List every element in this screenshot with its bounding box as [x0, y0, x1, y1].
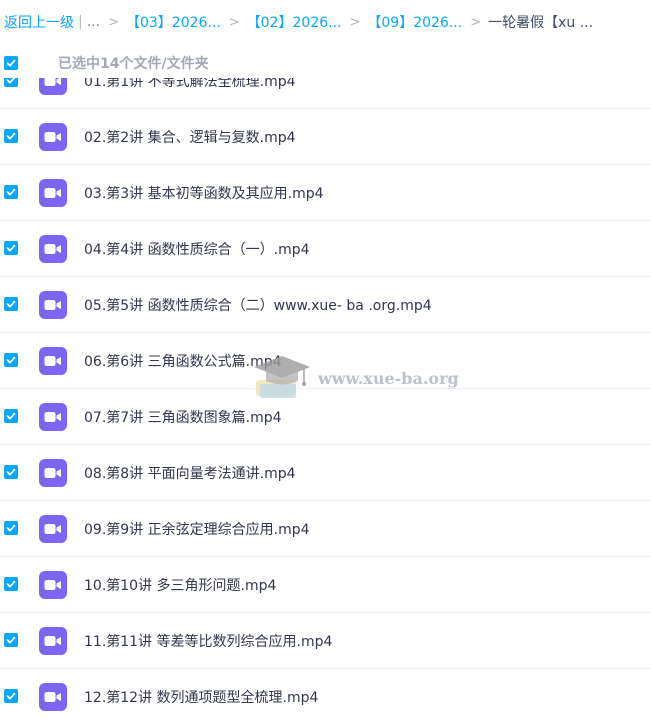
file-row[interactable]: 02.第2讲 集合、逻辑与复数.mp4	[0, 109, 651, 165]
checkmark-icon	[6, 468, 16, 476]
checkmark-icon	[6, 132, 16, 140]
file-row[interactable]: 11.第11讲 等差等比数列综合应用.mp4	[0, 613, 651, 669]
file-name[interactable]: 05.第5讲 函数性质综合（二）www.xue- ba .org.mp4	[84, 295, 432, 315]
video-file-icon	[39, 515, 67, 543]
breadcrumb-separator: >	[470, 14, 482, 30]
file-checkbox[interactable]	[4, 633, 18, 647]
video-camera-icon	[44, 468, 61, 478]
file-checkbox[interactable]	[4, 409, 18, 423]
file-row[interactable]: 01.第1讲 不等式解法全梳理.mp4	[0, 78, 651, 109]
video-file-icon	[39, 571, 67, 599]
file-name[interactable]: 09.第9讲 正余弦定理综合应用.mp4	[84, 519, 310, 539]
breadcrumb-separator: >	[108, 14, 119, 30]
file-name[interactable]: 12.第12讲 数列通项题型全梳理.mp4	[84, 687, 318, 707]
checkmark-icon	[6, 188, 16, 196]
checkmark-icon	[6, 244, 16, 252]
file-row[interactable]: 09.第9讲 正余弦定理综合应用.mp4	[0, 501, 651, 557]
breadcrumb-item-03[interactable]: 【03】2026...	[126, 12, 221, 32]
video-camera-icon	[44, 412, 61, 422]
file-name[interactable]: 08.第8讲 平面向量考法通讲.mp4	[84, 463, 296, 483]
checkmark-icon	[6, 59, 16, 67]
checkmark-icon	[6, 580, 16, 588]
video-camera-icon	[44, 244, 61, 254]
checkmark-icon	[6, 78, 16, 84]
video-camera-icon	[44, 300, 61, 310]
file-row[interactable]: 10.第10讲 多三角形问题.mp4	[0, 557, 651, 613]
file-row[interactable]: 04.第4讲 函数性质综合（一）.mp4	[0, 221, 651, 277]
file-list: 01.第1讲 不等式解法全梳理.mp4 02.第2讲 集合、逻辑与复数.mp4 03…	[0, 78, 651, 719]
video-camera-icon	[44, 692, 61, 702]
checkmark-icon	[6, 692, 16, 700]
video-camera-icon	[44, 78, 61, 86]
file-name[interactable]: 11.第11讲 等差等比数列综合应用.mp4	[84, 631, 332, 651]
checkmark-icon	[6, 412, 16, 420]
checkmark-icon	[6, 636, 16, 644]
file-name[interactable]: 01.第1讲 不等式解法全梳理.mp4	[84, 78, 296, 91]
file-checkbox[interactable]	[4, 241, 18, 255]
file-name[interactable]: 03.第3讲 基本初等函数及其应用.mp4	[84, 183, 324, 203]
back-link[interactable]: 返回上一级	[4, 12, 74, 32]
video-file-icon	[39, 78, 67, 95]
file-row[interactable]: 06.第6讲 三角函数公式篇.mp4	[0, 333, 651, 389]
file-checkbox[interactable]	[4, 185, 18, 199]
video-file-icon	[39, 683, 67, 711]
breadcrumb-separator: >	[228, 14, 240, 30]
video-file-icon	[39, 459, 67, 487]
video-file-icon	[39, 291, 67, 319]
video-camera-icon	[44, 636, 61, 646]
file-checkbox[interactable]	[4, 465, 18, 479]
checkmark-icon	[6, 524, 16, 532]
breadcrumb-current: 一轮暑假【xu ...	[488, 15, 594, 31]
file-row[interactable]: 08.第8讲 平面向量考法通讲.mp4	[0, 445, 651, 501]
file-checkbox[interactable]	[4, 297, 18, 311]
video-camera-icon	[44, 356, 61, 366]
file-row[interactable]: 07.第7讲 三角函数图象篇.mp4	[0, 389, 651, 445]
breadcrumb: 返回上一级 | ... > 【03】2026... > 【02】2026... …	[0, 0, 651, 44]
video-file-icon	[39, 403, 67, 431]
file-checkbox[interactable]	[4, 689, 18, 703]
breadcrumb-item-02[interactable]: 【02】2026...	[247, 12, 342, 32]
video-file-icon	[39, 627, 67, 655]
file-checkbox[interactable]	[4, 521, 18, 535]
video-file-icon	[39, 123, 67, 151]
file-row[interactable]: 05.第5讲 函数性质综合（二）www.xue- ba .org.mp4	[0, 277, 651, 333]
selection-count-label: 已选中14个文件/文件夹	[58, 56, 209, 72]
selection-header: 已选中14个文件/文件夹	[0, 48, 651, 78]
file-name[interactable]: 06.第6讲 三角函数公式篇.mp4	[84, 351, 282, 371]
file-name[interactable]: 02.第2讲 集合、逻辑与复数.mp4	[84, 127, 296, 147]
file-name[interactable]: 10.第10讲 多三角形问题.mp4	[84, 575, 276, 595]
file-name[interactable]: 07.第7讲 三角函数图象篇.mp4	[84, 407, 282, 427]
breadcrumb-item-09[interactable]: 【09】2026...	[367, 12, 462, 32]
breadcrumb-separator: >	[349, 14, 361, 30]
breadcrumb-ellipsis[interactable]: ...	[87, 14, 100, 30]
file-checkbox[interactable]	[4, 78, 18, 87]
file-row[interactable]: 12.第12讲 数列通项题型全梳理.mp4	[0, 669, 651, 719]
select-all-checkbox[interactable]	[4, 56, 18, 70]
file-list-viewport[interactable]: 01.第1讲 不等式解法全梳理.mp4 02.第2讲 集合、逻辑与复数.mp4 03…	[0, 78, 651, 719]
file-checkbox[interactable]	[4, 577, 18, 591]
video-camera-icon	[44, 188, 61, 198]
video-file-icon	[39, 347, 67, 375]
checkmark-icon	[6, 356, 16, 364]
video-file-icon	[39, 235, 67, 263]
video-camera-icon	[44, 524, 61, 534]
breadcrumb-divider: |	[78, 14, 83, 30]
checkmark-icon	[6, 300, 16, 308]
file-name[interactable]: 04.第4讲 函数性质综合（一）.mp4	[84, 239, 310, 259]
video-camera-icon	[44, 132, 61, 142]
video-file-icon	[39, 179, 67, 207]
file-checkbox[interactable]	[4, 129, 18, 143]
video-camera-icon	[44, 580, 61, 590]
file-row[interactable]: 03.第3讲 基本初等函数及其应用.mp4	[0, 165, 651, 221]
file-checkbox[interactable]	[4, 353, 18, 367]
